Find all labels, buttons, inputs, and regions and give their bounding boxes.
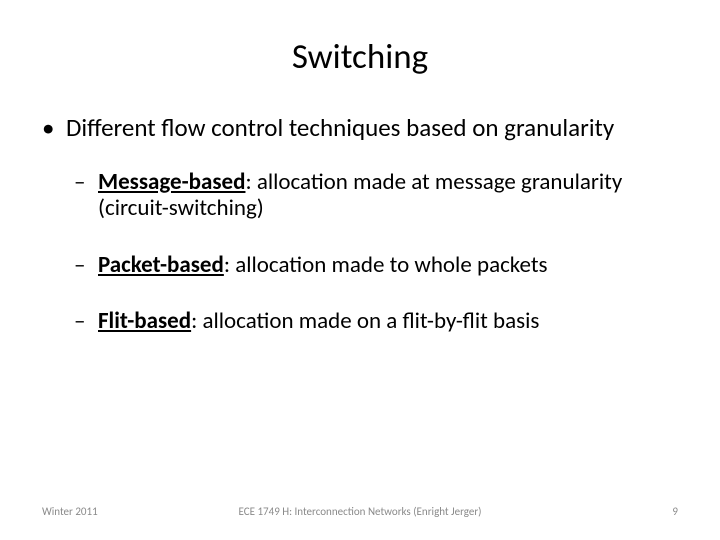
bullet-dash-icon: – [74,169,85,195]
slide-footer: Winter 2011 ECE 1749 H: Interconnection … [42,505,678,518]
bullet-rest: : allocation made on a flit-by-flit basi… [191,307,539,335]
bullet-main: • Different flow control techniques base… [42,114,678,143]
bullet-dot-icon: • [42,114,54,143]
bullet-rest: : allocation made to whole packets [224,251,548,279]
bullet-item: – Message-based: allocation made at mess… [74,169,678,222]
footer-center: ECE 1749 H: Interconnection Networks (En… [42,505,678,518]
bullet-dash-icon: – [74,252,85,278]
bullet-term: Packet-based [98,251,224,279]
bullet-item: – Packet-based: allocation made to whole… [74,252,678,278]
bullet-dash-icon: – [74,308,85,334]
bullet-term: Message-based [98,168,245,196]
bullet-item: – Flit-based: allocation made on a flit-… [74,308,678,334]
bullet-term: Flit-based [98,307,191,335]
slide-body: • Different flow control techniques base… [42,114,678,335]
bullet-main-text: Different flow control techniques based … [66,112,614,143]
slide-title: Switching [42,36,678,78]
slide: Switching • Different flow control techn… [0,0,720,540]
